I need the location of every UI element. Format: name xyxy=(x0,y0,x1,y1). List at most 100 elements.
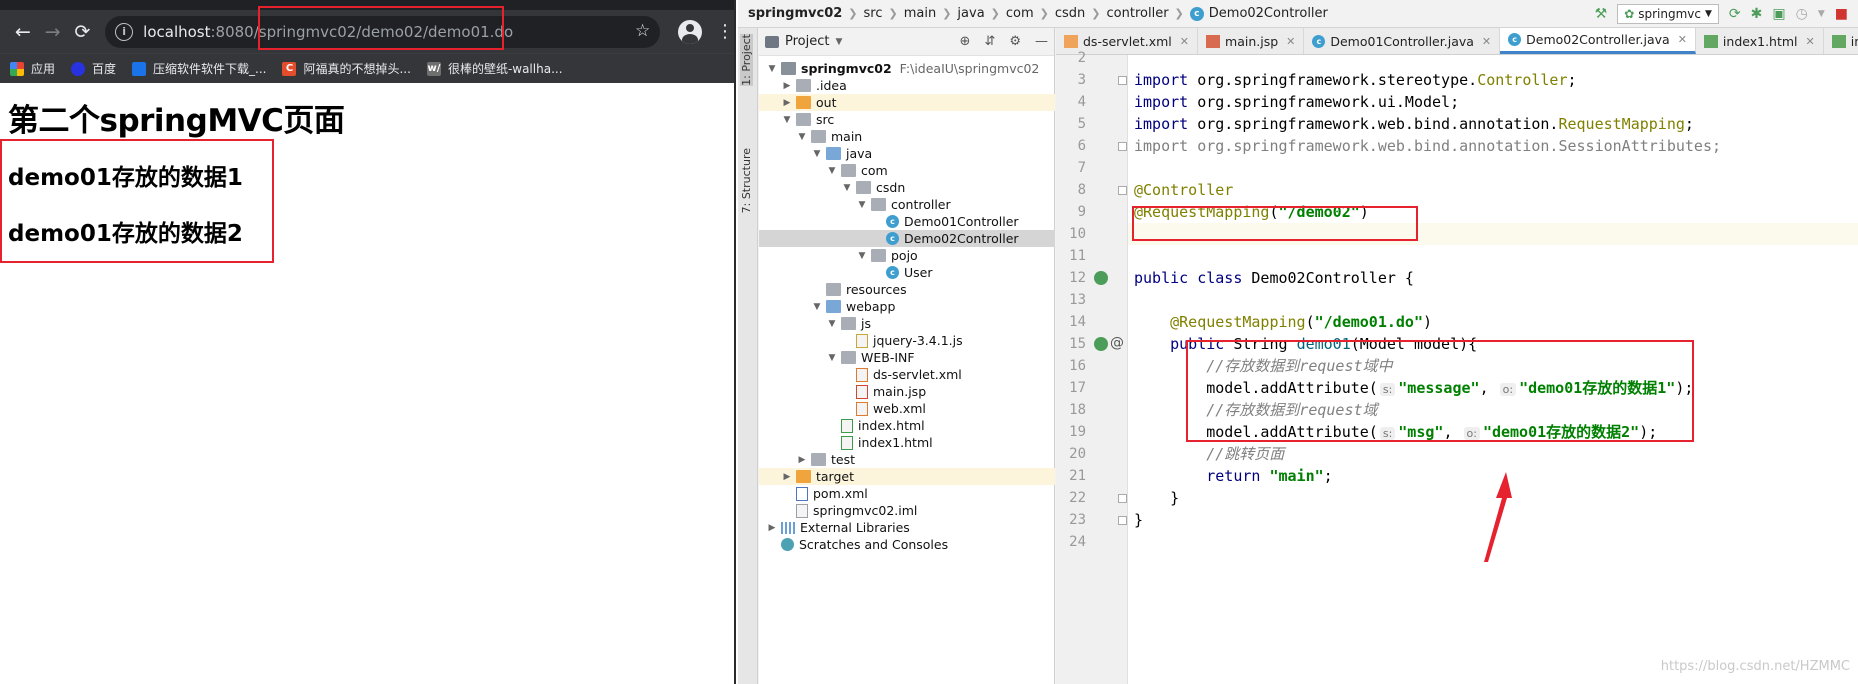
tree-item[interactable]: springmvc02.iml xyxy=(759,502,1055,519)
breadcrumb-class[interactable]: Demo02Controller xyxy=(1209,6,1328,21)
spring-bean-gutter-icon[interactable] xyxy=(1094,271,1108,285)
expand-arrow-icon[interactable]: ▼ xyxy=(825,353,839,363)
expand-arrow-icon[interactable]: ▼ xyxy=(795,132,809,142)
back-arrow-icon[interactable]: ← xyxy=(8,17,38,47)
tree-item[interactable]: ds-servlet.xml xyxy=(759,366,1055,383)
dropdown-arrow-icon[interactable]: ▼ xyxy=(835,37,842,47)
tree-item[interactable]: main.jsp xyxy=(759,383,1055,400)
tree-item[interactable]: ▼ WEB-INF xyxy=(759,349,1055,366)
reload-icon[interactable]: ⟳ xyxy=(67,17,97,47)
code-line[interactable]: @Controller xyxy=(1128,179,1858,201)
expand-arrow-icon[interactable]: ▼ xyxy=(810,302,824,312)
tree-item[interactable]: ▼ pojo xyxy=(759,247,1055,264)
collapse-arrow-icon[interactable]: ▶ xyxy=(765,523,779,533)
profiler-icon[interactable]: ◷ xyxy=(1796,6,1808,22)
locate-target-icon[interactable]: ⊕ xyxy=(960,34,971,49)
code-line[interactable]: public class Demo02Controller { xyxy=(1128,267,1858,289)
code-line[interactable]: import org.springframework.ui.Model; xyxy=(1128,91,1858,113)
menu-dots-icon[interactable]: ⋮ xyxy=(716,22,734,41)
tree-item[interactable]: ▶ .idea xyxy=(759,77,1055,94)
tree-item[interactable]: ▼ js xyxy=(759,315,1055,332)
breadcrumb-controller[interactable]: controller xyxy=(1107,6,1169,21)
fold-marker-icon[interactable] xyxy=(1118,494,1127,503)
side-tab-structure[interactable]: 7: Structure xyxy=(740,148,753,213)
code-line[interactable]: //跳转页面 xyxy=(1128,443,1858,465)
bookmark-download-site[interactable]: 压缩软件软件下载_... xyxy=(132,60,266,77)
side-tab-project[interactable]: 1: Project xyxy=(740,34,753,86)
tree-item[interactable]: index1.html xyxy=(759,434,1055,451)
build-hammer-icon[interactable]: ⚒ xyxy=(1595,6,1608,22)
spring-bean-gutter-icon[interactable] xyxy=(1094,337,1108,351)
tree-item[interactable]: jquery-3.4.1.js xyxy=(759,332,1055,349)
tree-item[interactable]: ▶ External Libraries xyxy=(759,519,1055,536)
expand-arrow-icon[interactable]: ▼ xyxy=(810,149,824,159)
tree-item[interactable]: ▼ src xyxy=(759,111,1055,128)
code-line[interactable]: import org.springframework.web.bind.anno… xyxy=(1128,113,1858,135)
bookmark-baidu[interactable]: 百度 xyxy=(71,60,116,77)
tree-item[interactable]: ▼ csdn xyxy=(759,179,1055,196)
close-tab-icon[interactable]: ✕ xyxy=(1678,33,1687,46)
bookmark-star-icon[interactable]: ☆ xyxy=(635,21,650,41)
rerun-icon[interactable]: ⟳ xyxy=(1729,6,1741,22)
expand-arrow-icon[interactable]: ▼ xyxy=(855,200,869,210)
tree-item[interactable]: ▶ target xyxy=(759,468,1055,485)
close-tab-icon[interactable]: ✕ xyxy=(1180,35,1189,48)
tree-item[interactable]: c Demo01Controller xyxy=(759,213,1055,230)
profiler-dropdown-icon[interactable]: ▼ xyxy=(1818,9,1825,19)
tree-item[interactable]: ▼ main xyxy=(759,128,1055,145)
tree-item[interactable]: Scratches and Consoles xyxy=(759,536,1055,553)
expand-arrow-icon[interactable]: ▼ xyxy=(855,251,869,261)
close-tab-icon[interactable]: ✕ xyxy=(1286,35,1295,48)
settings-gear-icon[interactable]: ⚙ xyxy=(1009,34,1021,49)
tree-item[interactable]: web.xml xyxy=(759,400,1055,417)
coverage-icon[interactable]: ▣ xyxy=(1772,6,1785,22)
breadcrumb-project[interactable]: springmvc02 xyxy=(748,6,842,21)
collapse-arrow-icon[interactable]: ▶ xyxy=(795,455,809,465)
tree-item[interactable]: c User xyxy=(759,264,1055,281)
hide-minus-icon[interactable]: — xyxy=(1035,34,1048,49)
expand-arrow-icon[interactable]: ▼ xyxy=(825,319,839,329)
run-config-select[interactable]: ✿ springmvc ▼ xyxy=(1617,4,1719,24)
code-line[interactable] xyxy=(1128,157,1858,179)
code-line[interactable] xyxy=(1128,47,1858,69)
bookmark-wallhaven[interactable]: w/很棒的壁纸-wallha... xyxy=(426,60,563,77)
code-line[interactable] xyxy=(1128,245,1858,267)
tree-item[interactable]: ▼ webapp xyxy=(759,298,1055,315)
collapse-all-icon[interactable]: ⇵ xyxy=(984,34,995,49)
close-tab-icon[interactable]: ✕ xyxy=(1806,35,1815,48)
tree-item[interactable]: pom.xml xyxy=(759,485,1055,502)
forward-arrow-icon[interactable]: → xyxy=(38,17,68,47)
expand-arrow-icon[interactable]: ▼ xyxy=(780,115,794,125)
profile-avatar-icon[interactable] xyxy=(678,19,702,44)
debug-bug-icon[interactable]: ✱ xyxy=(1751,6,1763,22)
expand-arrow-icon[interactable]: ▼ xyxy=(765,64,779,74)
breadcrumb-java[interactable]: java xyxy=(957,6,984,21)
breadcrumb-com[interactable]: com xyxy=(1006,6,1034,21)
fold-marker-icon[interactable] xyxy=(1118,142,1127,151)
tree-item[interactable]: c Demo02Controller xyxy=(759,230,1055,247)
info-icon[interactable]: i xyxy=(115,22,134,41)
collapse-arrow-icon[interactable]: ▶ xyxy=(780,98,794,108)
breadcrumb-csdn[interactable]: csdn xyxy=(1055,6,1085,21)
bookmark-apps[interactable]: 应用 xyxy=(10,60,55,77)
code-line[interactable]: import org.springframework.web.bind.anno… xyxy=(1128,135,1858,157)
code-line[interactable] xyxy=(1128,289,1858,311)
code-line[interactable]: @RequestMapping("/demo01.do") xyxy=(1128,311,1858,333)
fold-marker-icon[interactable] xyxy=(1118,76,1127,85)
breadcrumb-main[interactable]: main xyxy=(904,6,936,21)
tree-item[interactable]: index.html xyxy=(759,417,1055,434)
tree-item[interactable]: ▶ test xyxy=(759,451,1055,468)
tree-item[interactable]: ▼ controller xyxy=(759,196,1055,213)
code-line[interactable]: import org.springframework.stereotype.Co… xyxy=(1128,69,1858,91)
fold-marker-icon[interactable] xyxy=(1118,186,1127,195)
close-tab-icon[interactable]: ✕ xyxy=(1482,35,1491,48)
tree-item[interactable]: resources xyxy=(759,281,1055,298)
bookmark-csdn[interactable]: C 阿福真的不想掉头... xyxy=(282,60,411,77)
tree-item[interactable]: ▼ springmvc02 F:\ideaIU\springmvc02 xyxy=(759,60,1055,77)
collapse-arrow-icon[interactable]: ▶ xyxy=(780,472,794,482)
project-view-label[interactable]: Project xyxy=(785,34,829,49)
expand-arrow-icon[interactable]: ▼ xyxy=(825,166,839,176)
request-mapping-gutter-icon[interactable]: @ xyxy=(1110,335,1124,351)
stop-icon[interactable]: ■ xyxy=(1835,6,1848,22)
breadcrumb-src[interactable]: src xyxy=(864,6,883,21)
